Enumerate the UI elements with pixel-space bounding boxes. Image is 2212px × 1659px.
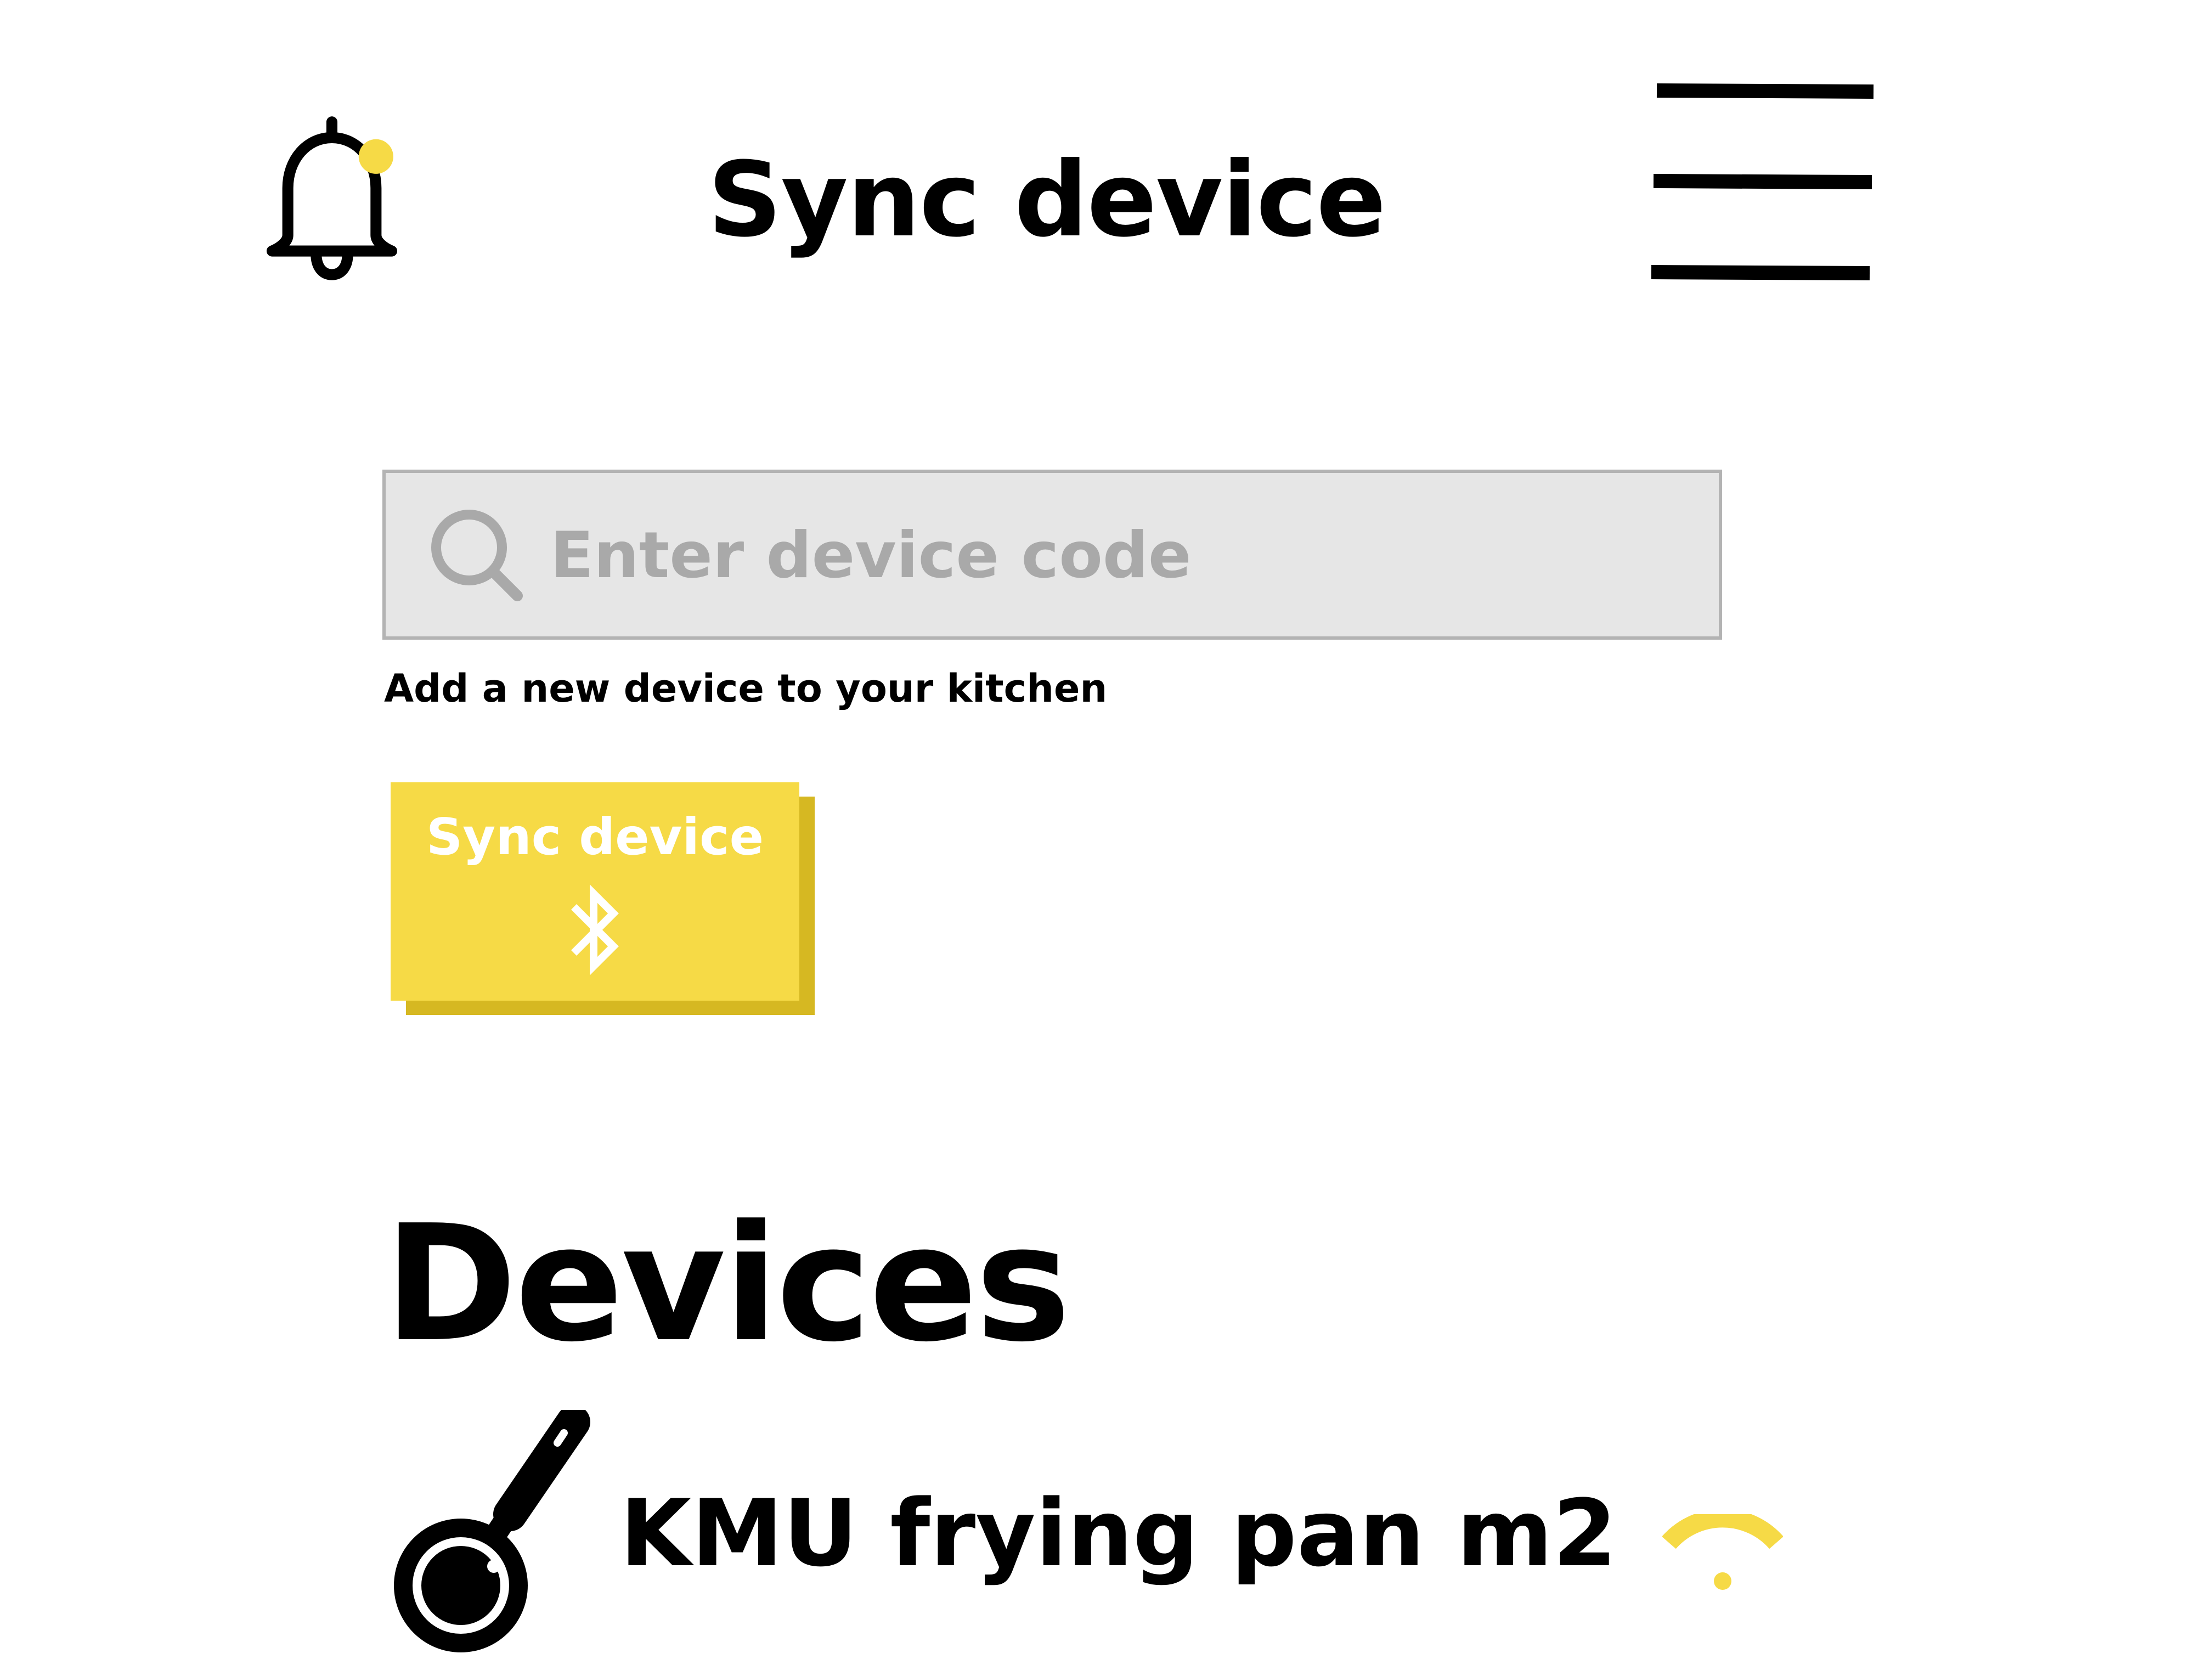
device-code-search[interactable] [382,470,1722,640]
search-helper-text: Add a new device to your kitchen [384,666,1108,711]
devices-heading: Devices [384,1190,1071,1377]
hamburger-menu-icon[interactable] [1646,77,1882,296]
wifi-icon [1662,1514,1783,1590]
device-list-item[interactable]: KMU frying pan m2 [384,1410,1810,1659]
sync-device-button[interactable]: Sync device [391,782,799,1001]
frying-pan-icon [394,1410,590,1652]
device-name: KMU frying pan m2 [620,1480,1617,1587]
page-title: Sync device [708,140,1386,260]
device-code-input[interactable] [550,506,1680,605]
sync-device-button-label: Sync device [426,808,764,866]
bell-icon[interactable] [252,112,411,294]
search-icon [431,510,523,601]
notification-dot [358,139,393,174]
bluetooth-icon [571,884,619,975]
